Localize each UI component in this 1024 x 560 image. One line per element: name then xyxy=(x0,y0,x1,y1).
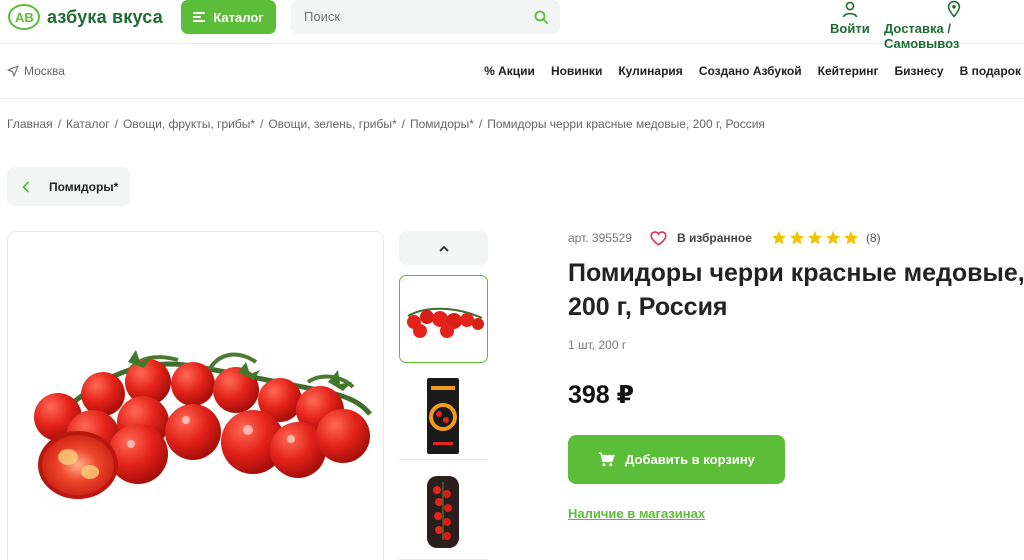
thumbnail-2[interactable] xyxy=(399,372,488,460)
product-title-line2: 200 г, Россия xyxy=(568,293,728,321)
catalog-button-label: Каталог xyxy=(213,9,264,25)
logo-text: азбука вкуса xyxy=(47,6,163,27)
menu-item-new[interactable]: Новинки xyxy=(551,64,602,78)
back-label: Помидоры* xyxy=(49,179,119,194)
breadcrumb-item[interactable]: Каталог xyxy=(66,117,110,131)
user-icon xyxy=(842,1,858,18)
search-icon[interactable] xyxy=(534,10,548,24)
star-icon xyxy=(771,231,786,245)
star-icon xyxy=(843,231,858,245)
article-number: арт. 395529 xyxy=(568,231,632,245)
catalog-button[interactable]: Каталог xyxy=(181,0,276,34)
search-input[interactable] xyxy=(304,9,524,24)
tray-thumbnail xyxy=(427,476,459,548)
menu-icon xyxy=(193,12,206,22)
city-label: Москва xyxy=(24,64,65,78)
city-selector[interactable]: Москва xyxy=(7,64,65,78)
menu-item-business[interactable]: Бизнесу xyxy=(895,64,944,78)
breadcrumb-item[interactable]: Овощи, фрукты, грибы* xyxy=(123,117,255,131)
tomato-thumbnail xyxy=(407,307,484,338)
star-icon xyxy=(825,231,840,245)
favorites-label: В избранное xyxy=(676,231,752,245)
menu-item-catering[interactable]: Кейтеринг xyxy=(818,64,879,78)
add-to-cart-button[interactable]: Добавить в корзину xyxy=(568,435,785,484)
site-header: АВ азбука вкуса Каталог Войти Доставка /… xyxy=(0,0,1024,51)
rating-count[interactable]: (8) xyxy=(866,231,881,245)
product-title: Помидоры черри красные медовые, 200 г, Р… xyxy=(568,256,1024,324)
login-button[interactable]: Войти xyxy=(830,0,870,36)
logo[interactable]: АВ азбука вкуса xyxy=(7,3,163,31)
login-label: Войти xyxy=(830,21,870,36)
chevron-up-icon xyxy=(439,245,448,251)
breadcrumb-item[interactable]: Овощи, зелень, грибы* xyxy=(268,117,396,131)
main-menu: % Акции Новинки Кулинария Создано Азбуко… xyxy=(484,64,1021,78)
breadcrumb-item[interactable]: Помидоры* xyxy=(410,117,474,131)
star-icon xyxy=(789,231,804,245)
location-pin-icon xyxy=(947,0,961,18)
add-to-cart-label: Добавить в корзину xyxy=(625,452,755,467)
logo-icon: АВ xyxy=(8,4,40,30)
search-box xyxy=(291,0,560,34)
svg-text:АВ: АВ xyxy=(15,10,34,25)
rating-stars xyxy=(771,230,859,246)
product-price: 398 ₽ xyxy=(568,381,635,409)
tomato-vine-illustration xyxy=(34,350,372,499)
package-thumbnail xyxy=(427,378,459,454)
thumbnails-scroll-up-button[interactable] xyxy=(399,231,488,265)
star-icon xyxy=(807,231,822,245)
menu-item-promotions[interactable]: % Акции xyxy=(484,64,535,78)
breadcrumb: Главная / Каталог / Овощи, фрукты, грибы* / Ов… xyxy=(7,117,765,131)
store-availability-link[interactable]: Наличие в магазинах xyxy=(568,506,705,521)
cart-icon xyxy=(598,452,615,467)
breadcrumb-item[interactable]: Главная xyxy=(7,117,53,131)
product-meta: арт. 395529 В избранное (8) xyxy=(568,230,881,246)
add-to-favorites-button[interactable]: В избранное xyxy=(650,230,752,246)
back-to-category-button[interactable]: Помидоры* xyxy=(7,167,130,206)
chevron-left-icon xyxy=(22,181,29,192)
product-title-line1: Помидоры черри красные медовые, xyxy=(568,259,1024,287)
navigation-arrow-icon xyxy=(7,65,19,77)
thumbnail-1[interactable] xyxy=(399,275,488,363)
heart-icon xyxy=(650,230,667,246)
menu-item-culinary[interactable]: Кулинария xyxy=(618,64,682,78)
thumbnail-3[interactable] xyxy=(399,472,488,560)
breadcrumb-current: Помидоры черри красные медовые, 200 г, Р… xyxy=(487,117,765,131)
product-weight: 1 шт, 200 г xyxy=(568,338,627,352)
product-main-image[interactable] xyxy=(7,231,384,560)
nav-bar: Москва % Акции Новинки Кулинария Создано… xyxy=(0,44,1024,99)
menu-item-own-brand[interactable]: Создано Азбукой xyxy=(699,64,802,78)
menu-item-gift[interactable]: В подарок xyxy=(960,64,1021,78)
